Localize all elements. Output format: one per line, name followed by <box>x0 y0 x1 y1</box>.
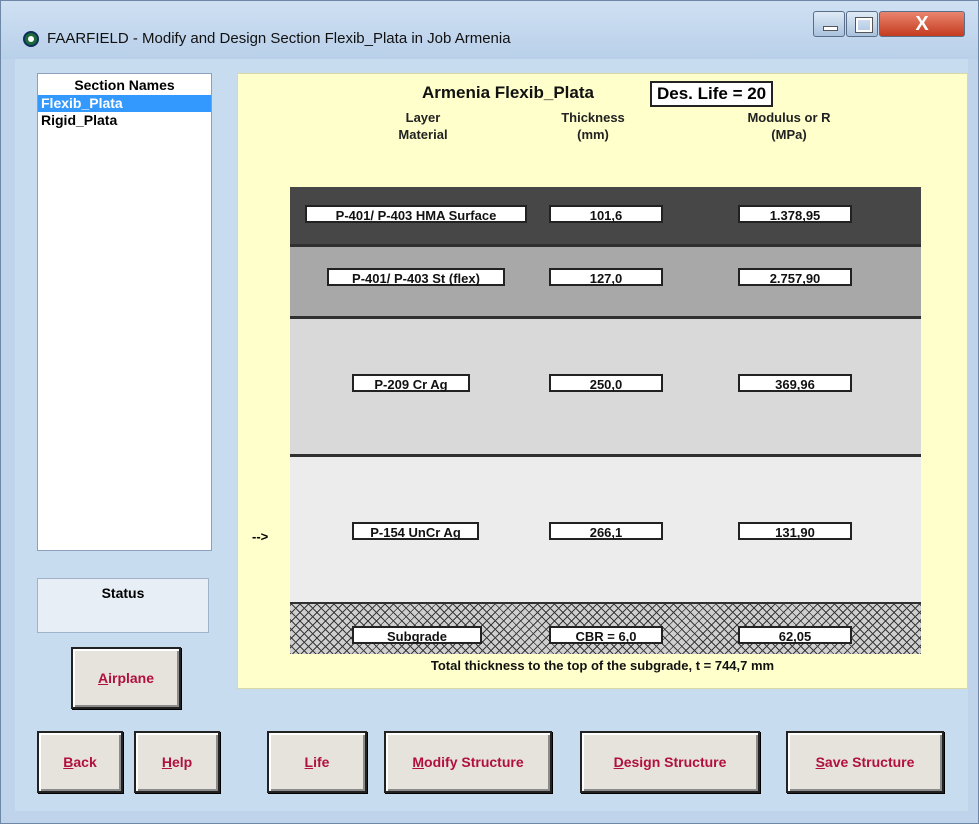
layer-material-cell[interactable]: P-401/ P-403 HMA Surface <box>305 205 527 223</box>
save-structure-button-label: Save Structure <box>815 754 915 770</box>
structure-panel: Armenia Flexib_Plata Des. Life = 20 Laye… <box>237 73 968 689</box>
layer-modulus-cell[interactable]: 369,96 <box>738 374 852 392</box>
layer-material-cell[interactable]: P-154 UnCr Ag <box>352 522 479 540</box>
client-area: Section Names Flexib_Plata Rigid_Plata S… <box>15 59 968 811</box>
col-header-thickness: Thickness (mm) <box>561 110 625 142</box>
help-button-label: Help <box>161 754 193 770</box>
life-button-label: Life <box>304 754 330 770</box>
section-names-header: Section Names <box>74 77 175 93</box>
layer-thickness-cell[interactable]: 101,6 <box>549 205 663 223</box>
layer-modulus-cell[interactable]: 2.757,90 <box>738 268 852 286</box>
layer-material-cell[interactable]: P-401/ P-403 St (flex) <box>327 268 505 286</box>
structure-title: Armenia Flexib_Plata <box>422 83 594 102</box>
layer-thickness-cell[interactable]: 266,1 <box>549 522 663 540</box>
total-thickness-text: Total thickness to the top of the subgra… <box>430 658 775 673</box>
layer-thickness-cell[interactable]: 250,0 <box>549 374 663 392</box>
maximize-button[interactable] <box>846 11 878 37</box>
back-button-label: Back <box>63 754 97 770</box>
design-life-box[interactable]: Des. Life = 20 <box>650 81 774 107</box>
close-icon: X <box>915 13 929 35</box>
layer-material-cell[interactable]: P-209 Cr Ag <box>352 374 470 392</box>
window-title: FAARFIELD - Modify and Design Section Fl… <box>47 30 511 47</box>
subgrade-cbr-cell[interactable]: CBR = 6,0 <box>549 626 663 644</box>
col-header-modulus: Modulus or R (MPa) <box>747 110 831 142</box>
app-icon <box>23 31 39 47</box>
minimize-button[interactable] <box>813 11 845 37</box>
layer-modulus-cell[interactable]: 1.378,95 <box>738 205 852 223</box>
layer-modulus-cell[interactable]: 131,90 <box>738 522 852 540</box>
close-button[interactable]: X <box>879 11 965 37</box>
back-button[interactable]: Back <box>37 731 123 793</box>
design-structure-button[interactable]: Design Structure <box>580 731 760 793</box>
layer-thickness-cell[interactable]: 127,0 <box>549 268 663 286</box>
section-item-flexib-plata[interactable]: Flexib_Plata <box>38 95 211 112</box>
status-box: Status <box>37 578 209 633</box>
section-names-list[interactable]: Section Names Flexib_Plata Rigid_Plata <box>37 73 212 551</box>
airplane-button[interactable]: Airplane <box>71 647 181 709</box>
title-bar: FAARFIELD - Modify and Design Section Fl… <box>1 1 978 59</box>
status-label: Status <box>101 585 145 601</box>
airplane-button-label: Airplane <box>97 670 155 686</box>
life-button[interactable]: Life <box>267 731 367 793</box>
design-structure-button-label: Design Structure <box>613 754 727 770</box>
faarfield-window: FAARFIELD - Modify and Design Section Fl… <box>0 0 979 824</box>
help-button[interactable]: Help <box>134 731 220 793</box>
subgrade-material-cell[interactable]: Subgrade <box>352 626 482 644</box>
save-structure-button[interactable]: Save Structure <box>786 731 944 793</box>
col-header-material: Layer Material <box>398 110 448 142</box>
modify-structure-button[interactable]: Modify Structure <box>384 731 552 793</box>
current-layer-arrow: --> <box>252 529 269 544</box>
modify-structure-button-label: Modify Structure <box>412 754 524 770</box>
section-item-rigid-plata[interactable]: Rigid_Plata <box>38 112 211 129</box>
minimize-icon <box>823 26 838 31</box>
maximize-icon <box>855 17 873 33</box>
subgrade-modulus-cell[interactable]: 62,05 <box>738 626 852 644</box>
